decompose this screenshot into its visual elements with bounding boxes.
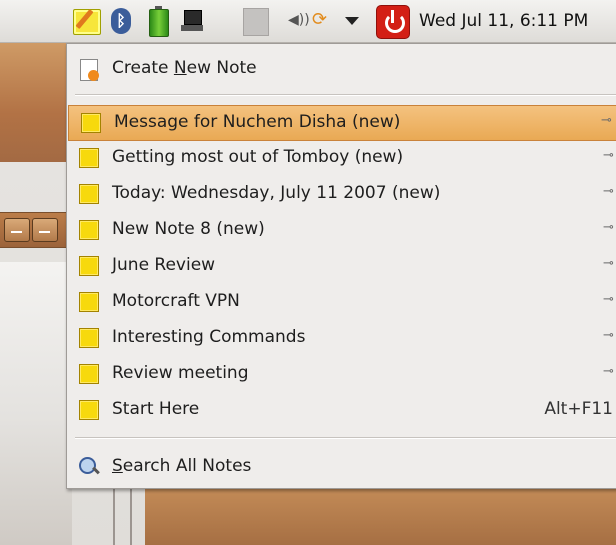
note-item-label: June Review — [112, 255, 216, 275]
maximize-icon[interactable] — [32, 218, 58, 242]
volume-icon[interactable]: ◀)) — [288, 10, 310, 30]
note-icon — [79, 256, 99, 276]
pin-icon[interactable]: ⊸ — [603, 329, 616, 343]
tomboy-tray-icon[interactable] — [73, 8, 101, 35]
note-item[interactable]: Message for Nuchem Disha (new) ⊸ — [68, 105, 616, 141]
updates-icon[interactable]: ⟳ — [312, 9, 342, 31]
note-item[interactable]: Today: Wednesday, July 11 2007 (new) ⊸ — [67, 177, 616, 211]
background-window-bottom — [145, 488, 616, 545]
note-item[interactable]: Getting most out of Tomboy (new) ⊸ — [67, 141, 616, 175]
power-icon[interactable] — [376, 5, 410, 39]
note-item-label: Interesting Commands — [112, 327, 306, 347]
network-icon[interactable] — [181, 9, 203, 33]
shortcut-label: Alt+F11 — [544, 399, 613, 419]
pin-icon[interactable]: ⊸ — [603, 257, 616, 271]
minimize-icon[interactable] — [4, 218, 30, 242]
background-window-body — [0, 262, 72, 545]
note-item[interactable]: Motorcraft VPN ⊸ — [67, 285, 616, 319]
pin-icon[interactable]: ⊸ — [603, 293, 616, 307]
pin-icon[interactable]: ⊸ — [603, 221, 616, 235]
note-icon — [79, 292, 99, 312]
note-item-label: Review meeting — [112, 363, 249, 383]
top-panel: ᛒ ◀)) ⟳ Wed Jul 11, 6:11 PM — [0, 0, 616, 43]
search-all-notes-label: Search All Notes — [112, 456, 252, 476]
note-icon — [79, 220, 99, 240]
note-icon — [79, 364, 99, 384]
new-note-icon — [80, 59, 99, 81]
note-item-label: Start Here — [112, 399, 200, 419]
menu-separator — [75, 437, 616, 439]
clock[interactable]: Wed Jul 11, 6:11 PM — [419, 11, 588, 31]
note-item[interactable]: New Note 8 (new) ⊸ — [67, 213, 616, 247]
note-item[interactable]: June Review ⊸ — [67, 249, 616, 283]
note-item-label: Today: Wednesday, July 11 2007 (new) — [112, 183, 441, 203]
search-icon — [79, 457, 100, 477]
pen-icon — [75, 8, 94, 30]
note-item[interactable]: Start Here Alt+F11 — [67, 393, 616, 427]
menu-separator — [75, 94, 616, 96]
note-item-label: Message for Nuchem Disha (new) — [114, 112, 401, 132]
chevron-down-icon[interactable] — [345, 17, 359, 25]
search-all-notes-item[interactable]: Search All Notes — [67, 450, 616, 484]
note-item[interactable]: Interesting Commands ⊸ — [67, 321, 616, 355]
note-icon — [79, 184, 99, 204]
pin-icon[interactable]: ⊸ — [603, 365, 616, 379]
pin-icon[interactable]: ⊸ — [603, 185, 616, 199]
battery-icon[interactable] — [149, 6, 169, 37]
bluetooth-icon[interactable]: ᛒ — [111, 8, 131, 34]
create-new-note-label: Create New Note — [112, 58, 257, 78]
note-icon — [81, 113, 101, 133]
pin-icon[interactable]: ⊸ — [601, 114, 615, 128]
tomboy-menu: Create New Note Message for Nuchem Disha… — [66, 43, 616, 489]
pin-icon[interactable]: ⊸ — [603, 149, 616, 163]
note-icon — [79, 328, 99, 348]
note-item-label: Getting most out of Tomboy (new) — [112, 147, 404, 167]
window-background-top — [0, 42, 72, 162]
note-icon — [79, 400, 99, 420]
note-icon — [79, 148, 99, 168]
note-item-label: Motorcraft VPN — [112, 291, 240, 311]
note-item-label: New Note 8 (new) — [112, 219, 265, 239]
note-item[interactable]: Review meeting ⊸ — [67, 357, 616, 391]
empty-tray-slot — [243, 8, 269, 36]
create-new-note-item[interactable]: Create New Note — [67, 52, 616, 86]
